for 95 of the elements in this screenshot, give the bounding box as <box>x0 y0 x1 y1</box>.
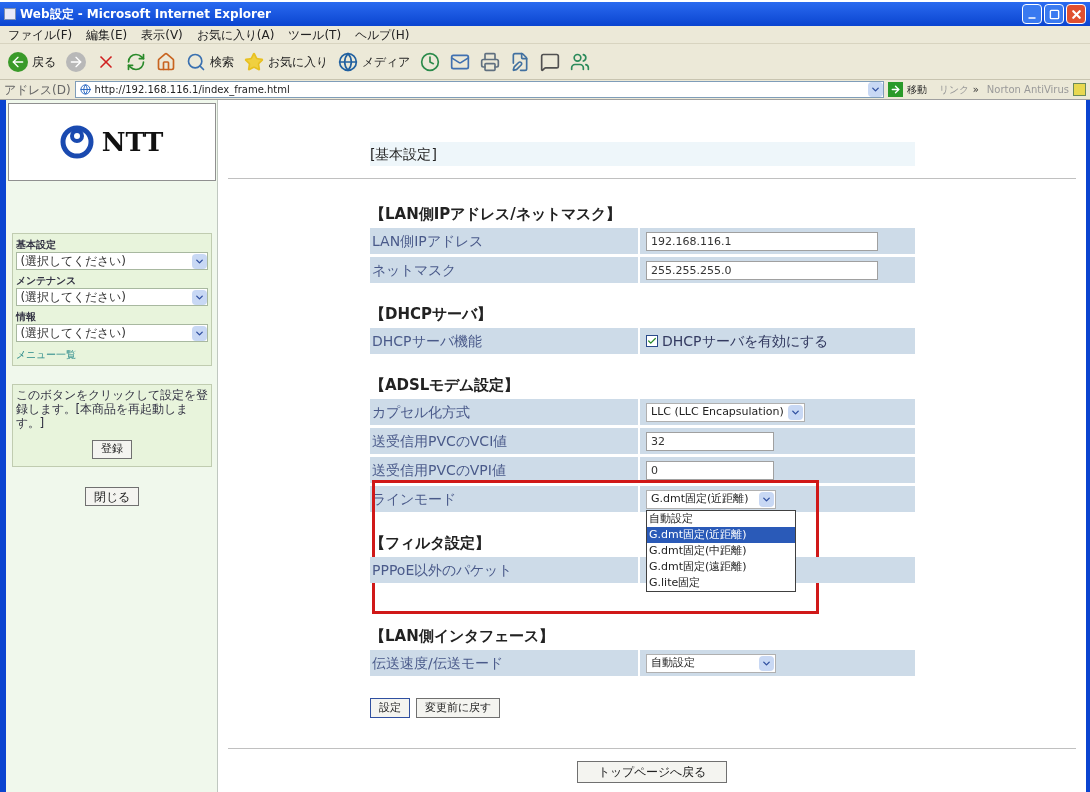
home-button[interactable] <box>156 51 176 72</box>
menu-item[interactable]: お気に入り(A) <box>196 25 275 44</box>
menu-select[interactable]: (選択してください) <box>15 252 208 270</box>
favorites-button[interactable]: お気に入り <box>244 51 328 72</box>
menu-item[interactable]: ファイル(F) <box>8 25 73 44</box>
history-button[interactable] <box>420 51 440 72</box>
go-icon <box>887 82 903 97</box>
setting-label: 送受信用PVCのVCI値 <box>370 428 638 454</box>
menu-group-label: メンテナンス <box>15 274 77 288</box>
register-button[interactable]: 登録 <box>91 440 132 459</box>
star-icon <box>244 51 264 72</box>
back-button[interactable]: 戻る <box>8 51 56 72</box>
plugin-icon[interactable] <box>1073 83 1086 96</box>
dropdown-arrow-icon <box>191 289 207 305</box>
top-page-button[interactable]: トップページへ戻る <box>577 761 727 783</box>
url-text: http://192.168.116.1/index_frame.html <box>94 83 290 97</box>
register-note: このボタンをクリックして設定を登録します。[本商品を再起動します。] <box>15 388 208 430</box>
people-icon <box>570 51 590 72</box>
menu-item[interactable]: 表示(V) <box>141 25 183 44</box>
menu-item[interactable]: 編集(E) <box>86 25 128 44</box>
maximize-icon <box>1048 8 1060 20</box>
checkbox[interactable] <box>646 335 658 347</box>
setting-label: ネットマスク <box>370 257 638 283</box>
section-heading: 【LAN側IPアドレス/ネットマスク】 <box>370 203 621 225</box>
window-icon <box>4 8 16 20</box>
discuss-button[interactable] <box>540 51 560 72</box>
section-heading: 【ADSLモデム設定】 <box>370 374 520 396</box>
refresh-icon <box>126 51 146 72</box>
dropdown-select[interactable]: 自動設定 <box>646 653 776 673</box>
edit-button[interactable] <box>510 51 530 72</box>
section-heading: 【DHCPサーバ】 <box>370 303 492 325</box>
home-icon <box>156 51 176 72</box>
dropdown-arrow-icon <box>787 404 803 420</box>
text-field[interactable]: 32 <box>646 431 774 451</box>
menu-group-label: 基本設定 <box>15 238 57 252</box>
menu-list-link[interactable]: メニュー一覧 <box>15 347 208 362</box>
dropdown-arrow-icon <box>867 82 883 97</box>
messenger-button[interactable] <box>570 51 590 72</box>
logo-text: NTT <box>101 125 164 159</box>
setting-label: 伝送速度/伝送モード <box>370 650 638 676</box>
setting-label: ラインモード <box>370 486 638 512</box>
form-button[interactable]: 設定 <box>370 698 410 718</box>
checkbox-label: DHCPサーバを有効にする <box>662 331 828 351</box>
window-title: Web設定 - Microsoft Internet Explorer <box>20 6 271 23</box>
dropdown-arrow-icon <box>759 491 774 507</box>
dropdown-option[interactable]: G.lite固定 <box>647 574 795 591</box>
address-field[interactable]: http://192.168.116.1/index_frame.html <box>74 81 884 98</box>
search-button[interactable]: 検索 <box>186 51 234 72</box>
forward-icon <box>66 51 86 72</box>
dropdown-option[interactable]: G.dmt固定(遠距離) <box>647 558 795 575</box>
history-icon <box>420 51 440 72</box>
section-heading: 【フィルタ設定】 <box>370 532 490 554</box>
text-field[interactable]: 255.255.255.0 <box>646 260 878 280</box>
dropdown-arrow-icon <box>759 655 774 671</box>
setting-label: カプセル化方式 <box>370 399 638 425</box>
search-icon <box>186 51 206 72</box>
text-field[interactable]: 0 <box>646 460 774 480</box>
close-page-button[interactable]: 閉じる <box>84 487 139 506</box>
globe-icon <box>338 51 358 72</box>
section-heading: 【LAN側インタフェース】 <box>370 625 554 647</box>
menu-select[interactable]: (選択してください) <box>15 288 208 306</box>
address-label: アドレス(D) <box>4 81 71 99</box>
menu-item[interactable]: ツール(T) <box>288 25 342 44</box>
menu-group-label: 情報 <box>15 310 37 324</box>
printer-icon <box>480 51 500 72</box>
dropdown-option[interactable]: 自動設定 <box>647 510 795 527</box>
back-icon <box>8 51 28 72</box>
minimize-button[interactable] <box>1022 4 1042 24</box>
dropdown-arrow-icon <box>191 325 207 341</box>
edit-icon <box>510 51 530 72</box>
more-chevron[interactable]: » <box>972 82 979 97</box>
print-button[interactable] <box>480 51 500 72</box>
setting-label: PPPoE以外のパケット <box>370 557 638 583</box>
dropdown-option[interactable]: G.dmt固定(近距離) <box>647 526 795 543</box>
setting-label: LAN側IPアドレス <box>370 228 638 254</box>
refresh-button[interactable] <box>126 51 146 72</box>
menu-item[interactable]: ヘルプ(H) <box>355 25 410 44</box>
media-button[interactable]: メディア <box>338 51 410 72</box>
logo-icon <box>59 125 94 159</box>
dropdown-select[interactable]: G.dmt固定(近距離) <box>646 489 776 509</box>
form-button[interactable]: 変更前に戻す <box>416 698 500 718</box>
page-icon <box>79 84 91 95</box>
text-field[interactable]: 192.168.116.1 <box>646 231 878 251</box>
maximize-button[interactable] <box>1044 4 1064 24</box>
menu-select[interactable]: (選択してください) <box>15 324 208 342</box>
close-icon <box>1069 7 1083 21</box>
dropdown-arrow-icon <box>191 253 207 269</box>
dropdown-select[interactable]: LLC (LLC Encapsulation) <box>646 402 805 422</box>
setting-label: DHCPサーバ機能 <box>370 328 638 354</box>
dropdown-option[interactable]: G.dmt固定(中距離) <box>647 542 795 559</box>
page-header: [基本設定] <box>370 142 915 166</box>
setting-label: 送受信用PVCのVPI値 <box>370 457 638 483</box>
speech-bubble-icon <box>540 51 560 72</box>
go-button[interactable]: 移動 <box>887 82 927 97</box>
close-button[interactable] <box>1066 4 1086 24</box>
